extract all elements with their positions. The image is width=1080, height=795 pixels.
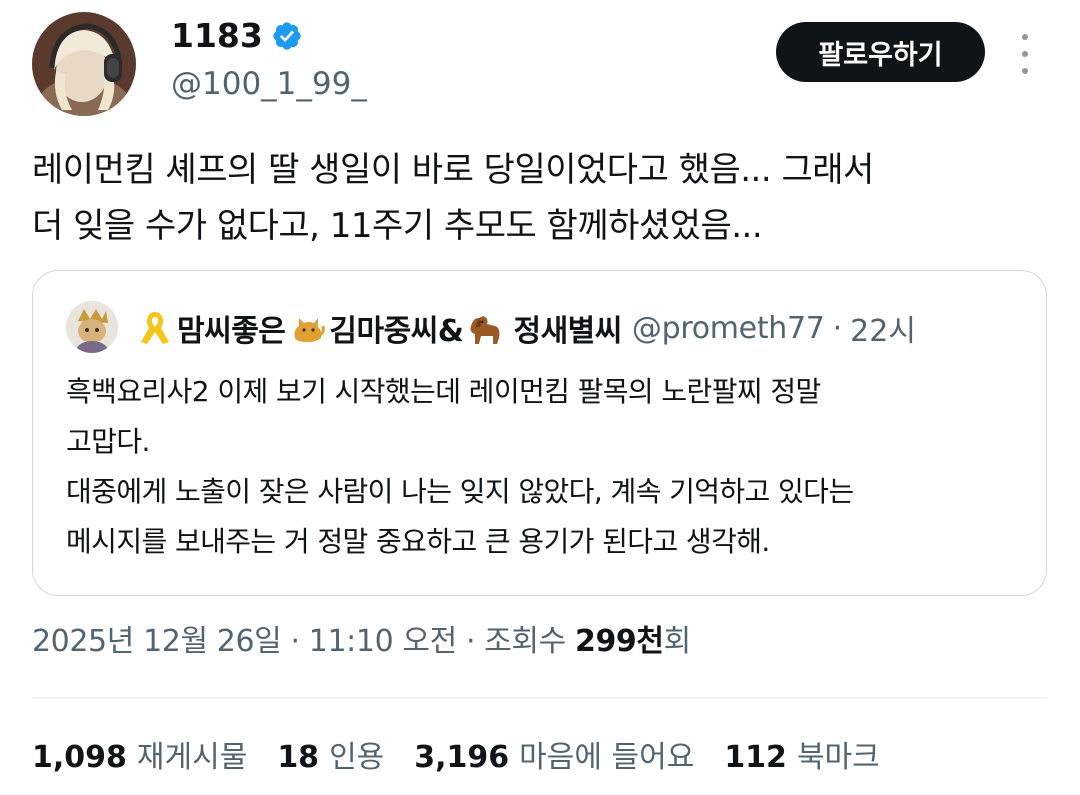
quoted-tweet-card[interactable]: 맘씨좋은 김마중씨& 정새별씨 @prometh77 · 22시 흑백요리사2 … (32, 270, 1047, 596)
author-name[interactable]: 1183 (171, 16, 263, 56)
views-count: 299천 (574, 624, 664, 659)
avatar-image (32, 12, 136, 116)
engagement-stats: 1,098 재게시물 18 인용 3,196 마음에 들어요 112 북마크 (32, 736, 880, 780)
quote-name-part: 맘씨좋은 (177, 314, 286, 349)
author-handle[interactable]: @100_1_99_ (171, 64, 367, 104)
author-avatar[interactable] (32, 12, 136, 116)
verified-badge-icon (273, 22, 301, 50)
tweet-time[interactable]: 11:10 오전 (309, 624, 457, 659)
tweet-text: 레이먼킴 셰프의 딸 생일이 바로 당일이었다고 했음... 그래서 더 잊을 … (32, 142, 1062, 254)
bookmarks-count: 112 (724, 740, 787, 775)
quote-text-line: 메시지를 보내주는 거 정말 중요하고 큰 용기가 된다고 생각해. (66, 525, 770, 558)
quote-header: 맘씨좋은 김마중씨& 정새별씨 @prometh77 · 22시 (133, 307, 916, 349)
quote-author-avatar[interactable] (66, 301, 118, 353)
divider (32, 697, 1047, 699)
likes-stat[interactable]: 3,196 마음에 들어요 (414, 736, 694, 780)
retweets-label: 재게시물 (136, 740, 248, 775)
quotes-stat[interactable]: 18 인용 (277, 736, 384, 780)
quote-author-handle[interactable]: @prometh77 (632, 311, 825, 346)
bookmarks-label: 북마크 (796, 740, 880, 775)
more-dot (1022, 34, 1028, 40)
more-vertical-icon[interactable] (1010, 34, 1040, 74)
quotes-count: 18 (277, 740, 320, 775)
yellow-ribbon-icon (141, 312, 169, 344)
follow-button[interactable]: 팔로우하기 (776, 22, 985, 82)
likes-label: 마음에 들어요 (519, 740, 695, 775)
views-suffix: 회 (663, 624, 692, 659)
retweets-stat[interactable]: 1,098 재게시물 (32, 736, 247, 780)
quote-author-name[interactable]: 맘씨좋은 김마중씨& 정새별씨 (133, 306, 622, 350)
quote-text-line: 고맙다. (66, 425, 150, 458)
cat-emoji-icon (294, 318, 326, 342)
quote-avatar-image (66, 301, 118, 353)
quote-text-line: 흑백요리사2 이제 보기 시작했는데 레이먼킴 팔목의 노란팔찌 정말 (66, 375, 821, 408)
tweet-text-line: 더 잊을 수가 없다고, 11주기 추모도 함께하셨었음... (32, 206, 763, 246)
meta-separator: · (290, 624, 301, 659)
tweet-meta: 2025년 12월 26일 · 11:10 오전 · 조회수 299천회 (32, 620, 691, 664)
meta-separator: · (465, 624, 476, 659)
tweet-text-line: 레이먼킴 셰프의 딸 생일이 바로 당일이었다고 했음... 그래서 (32, 150, 874, 190)
more-dot (1022, 68, 1028, 74)
more-dot (1022, 51, 1028, 57)
views-label: 조회수 (484, 624, 566, 659)
retweets-count: 1,098 (32, 740, 127, 775)
author-name-row[interactable]: 1183 (171, 16, 303, 56)
quote-separator: · (832, 310, 843, 346)
quotes-label: 인용 (329, 740, 385, 775)
quote-text: 흑백요리사2 이제 보기 시작했는데 레이먼킴 팔목의 노란팔찌 정말 고맙다.… (66, 367, 1026, 567)
likes-count: 3,196 (414, 740, 510, 775)
tweet-date[interactable]: 2025년 12월 26일 (32, 624, 282, 659)
quote-name-part: 김마중씨& (329, 314, 464, 349)
quote-text-line: 대중에게 노출이 잦은 사람이 나는 잊지 않았다, 계속 기억하고 있다는 (66, 475, 854, 508)
quote-name-part: 정새별씨 (513, 314, 622, 349)
bookmarks-stat[interactable]: 112 북마크 (724, 736, 879, 780)
quote-timestamp[interactable]: 22시 (850, 306, 916, 350)
dog-emoji-icon (470, 316, 500, 344)
